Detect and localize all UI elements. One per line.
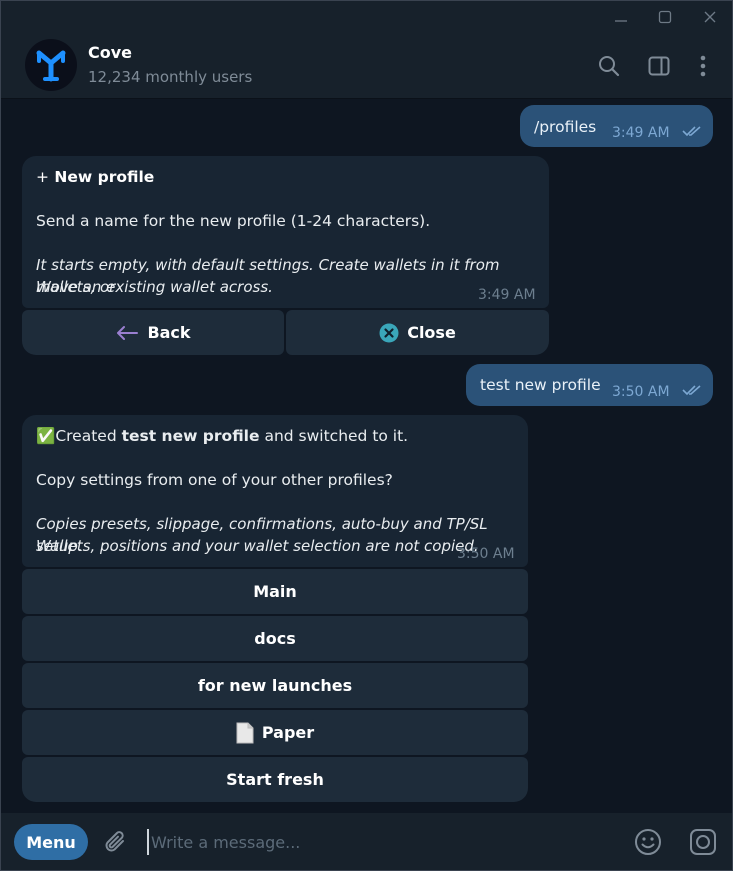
profile-button-paper[interactable]: Paper <box>22 710 528 755</box>
created-prefix: Created <box>55 427 122 445</box>
profile-button-docs[interactable]: docs <box>22 616 528 661</box>
created-profile-name: test new profile <box>121 427 260 445</box>
message-body: Send a name for the new profile (1-24 ch… <box>36 212 431 230</box>
incoming-message: ✅Created test new profile and switched t… <box>22 415 528 567</box>
emoji-icon[interactable] <box>633 827 663 857</box>
maximize-icon[interactable] <box>642 1 688 33</box>
read-receipt-icon <box>682 385 701 396</box>
check-mark-icon: ✅ <box>36 427 56 445</box>
camera-icon[interactable] <box>688 827 718 857</box>
button-label: Start fresh <box>226 770 324 789</box>
profile-button-main[interactable]: Main <box>22 569 528 614</box>
message-time: 3:49 AM <box>612 125 670 141</box>
message-title: New profile <box>54 168 155 186</box>
message-question: Copy settings from one of your other pro… <box>36 471 393 489</box>
message-input[interactable] <box>147 829 587 855</box>
outgoing-message[interactable]: test new profile 3:50 AM <box>466 364 713 406</box>
document-icon <box>236 722 254 743</box>
title-bar <box>1 1 732 33</box>
message-text: /profiles <box>534 118 597 136</box>
outgoing-message[interactable]: /profiles 3:49 AM <box>520 105 713 147</box>
chat-header: Cove 12,234 monthly users <box>1 33 732 99</box>
start-fresh-button[interactable]: Start fresh <box>22 757 528 802</box>
close-icon[interactable] <box>687 1 732 33</box>
message-text: test new profile <box>480 376 601 394</box>
button-label: Paper <box>261 723 315 742</box>
message-note-line: move an existing wallet across. <box>36 278 273 296</box>
close-button-label: Close <box>407 323 456 342</box>
button-label: docs <box>254 629 296 648</box>
app-window: Cove 12,234 monthly users /profiles 3:49… <box>0 0 733 871</box>
back-button-label: Back <box>147 323 191 342</box>
button-label: for new launches <box>197 676 353 695</box>
message-time: 3:50 AM <box>457 546 515 562</box>
back-button[interactable]: Back <box>22 310 284 355</box>
button-label: Main <box>253 582 297 601</box>
chat-title[interactable]: Cove <box>88 43 132 62</box>
avatar[interactable] <box>25 39 77 91</box>
message-heading: + New profile <box>36 166 154 188</box>
message-composer: Menu <box>1 813 732 870</box>
close-circle-icon <box>379 323 399 342</box>
arrow-left-icon <box>117 325 139 340</box>
menu-button[interactable]: Menu <box>14 824 88 860</box>
message-note-line: Wallets, positions and your wallet selec… <box>36 537 479 555</box>
close-button[interactable]: Close <box>286 310 549 355</box>
created-suffix: and switched to it. <box>259 427 409 445</box>
minimize-icon[interactable] <box>598 1 644 33</box>
chat-subtitle: 12,234 monthly users <box>88 68 253 86</box>
more-vertical-icon[interactable] <box>690 53 716 79</box>
message-time: 3:50 AM <box>612 384 670 400</box>
created-line: ✅Created test new profile and switched t… <box>36 425 408 447</box>
plus-icon: + <box>36 168 49 186</box>
message-time: 3:49 AM <box>478 287 536 303</box>
incoming-message: + New profile Send a name for the new pr… <box>22 156 549 308</box>
profile-button-for-new-launches[interactable]: for new launches <box>22 663 528 708</box>
read-receipt-icon <box>682 126 701 137</box>
attach-icon[interactable] <box>100 827 130 857</box>
search-icon[interactable] <box>596 53 622 79</box>
cove-logo-icon <box>36 50 66 82</box>
sidebar-toggle-icon[interactable] <box>646 53 672 79</box>
